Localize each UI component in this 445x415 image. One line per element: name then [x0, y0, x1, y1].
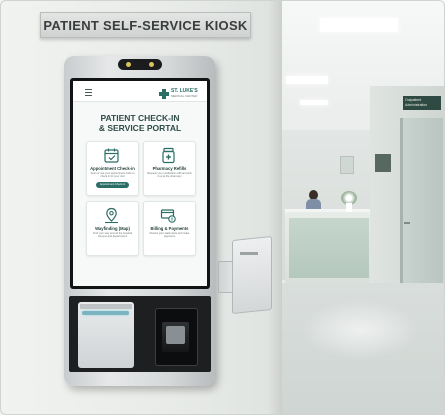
floor-reflection	[300, 300, 420, 360]
kiosk-screen: ST. LUKE'S MEDICAL CENTER PATIENT CHECK-…	[73, 81, 207, 286]
billing-payments-card[interactable]: Billing & Payments Review your statement…	[143, 201, 196, 256]
card-title: Pharmacy Refills	[152, 166, 187, 171]
portal-title: PATIENT CHECK-IN & SERVICE PORTAL	[73, 113, 207, 133]
card-description: Request your medication refill and pick …	[147, 172, 192, 179]
portal-title-line1: PATIENT CHECK-IN	[100, 113, 180, 123]
hospital-scene: Outpatient Administration PATIENT SELF-S…	[0, 0, 445, 415]
appointment-checkin-card[interactable]: Appointment Check-in Scan or use your ap…	[86, 141, 139, 196]
reception-desk-panel	[289, 218, 369, 278]
kiosk-sign-text: PATIENT SELF-SERVICE KIOSK	[43, 17, 248, 33]
appointment-checkin-button[interactable]: Appointment Check-in	[96, 182, 129, 188]
ceiling-light	[320, 18, 398, 32]
card-title: Billing & Payments	[150, 226, 189, 231]
card-description: Review your statements and make payments	[149, 232, 190, 239]
card-title: Wayfinding (Map)	[95, 226, 130, 231]
map-pin-icon	[105, 207, 118, 224]
printer-slot[interactable]	[82, 311, 129, 315]
logo-subtitle: MEDICAL CENTER	[171, 94, 198, 98]
ceiling-light	[286, 76, 328, 84]
flower-pot	[346, 203, 352, 212]
medical-cross-logo-icon	[159, 89, 169, 99]
pill-bottle-icon	[162, 147, 175, 164]
hamburger-menu-icon[interactable]	[85, 89, 92, 96]
camera-lens-icon	[149, 62, 154, 67]
printer-top	[80, 304, 132, 309]
kiosk-camera-bar	[118, 59, 162, 70]
card-reader-slot[interactable]	[240, 252, 258, 255]
card-description: Find your way around the hospital campus…	[93, 232, 132, 239]
portal-title-line2: & SERVICE PORTAL	[98, 123, 182, 133]
wall-info-panel	[375, 154, 391, 172]
card-description: Scan or use your appointment code to che…	[90, 172, 135, 179]
door-handle	[404, 222, 410, 224]
kiosk-header-sign: PATIENT SELF-SERVICE KIOSK	[40, 12, 251, 38]
card-reader-device[interactable]	[232, 235, 272, 315]
pharmacy-refills-card[interactable]: Pharmacy Refills Request your medication…	[143, 141, 196, 196]
scanner-window	[166, 326, 185, 344]
payment-card-icon	[160, 209, 176, 223]
wayfinding-card[interactable]: Wayfinding (Map) Find your way around th…	[86, 201, 139, 256]
wall-frame	[340, 156, 354, 174]
corridor-sign: Outpatient Administration	[403, 96, 441, 110]
ceiling-light	[300, 100, 328, 105]
calendar-icon	[104, 148, 119, 163]
corridor-sign-text: Outpatient Administration	[405, 98, 428, 107]
screen-top-bar: ST. LUKE'S MEDICAL CENTER	[73, 81, 207, 102]
card-title: Appointment Check-in	[90, 166, 135, 171]
camera-lens-icon	[126, 62, 131, 67]
